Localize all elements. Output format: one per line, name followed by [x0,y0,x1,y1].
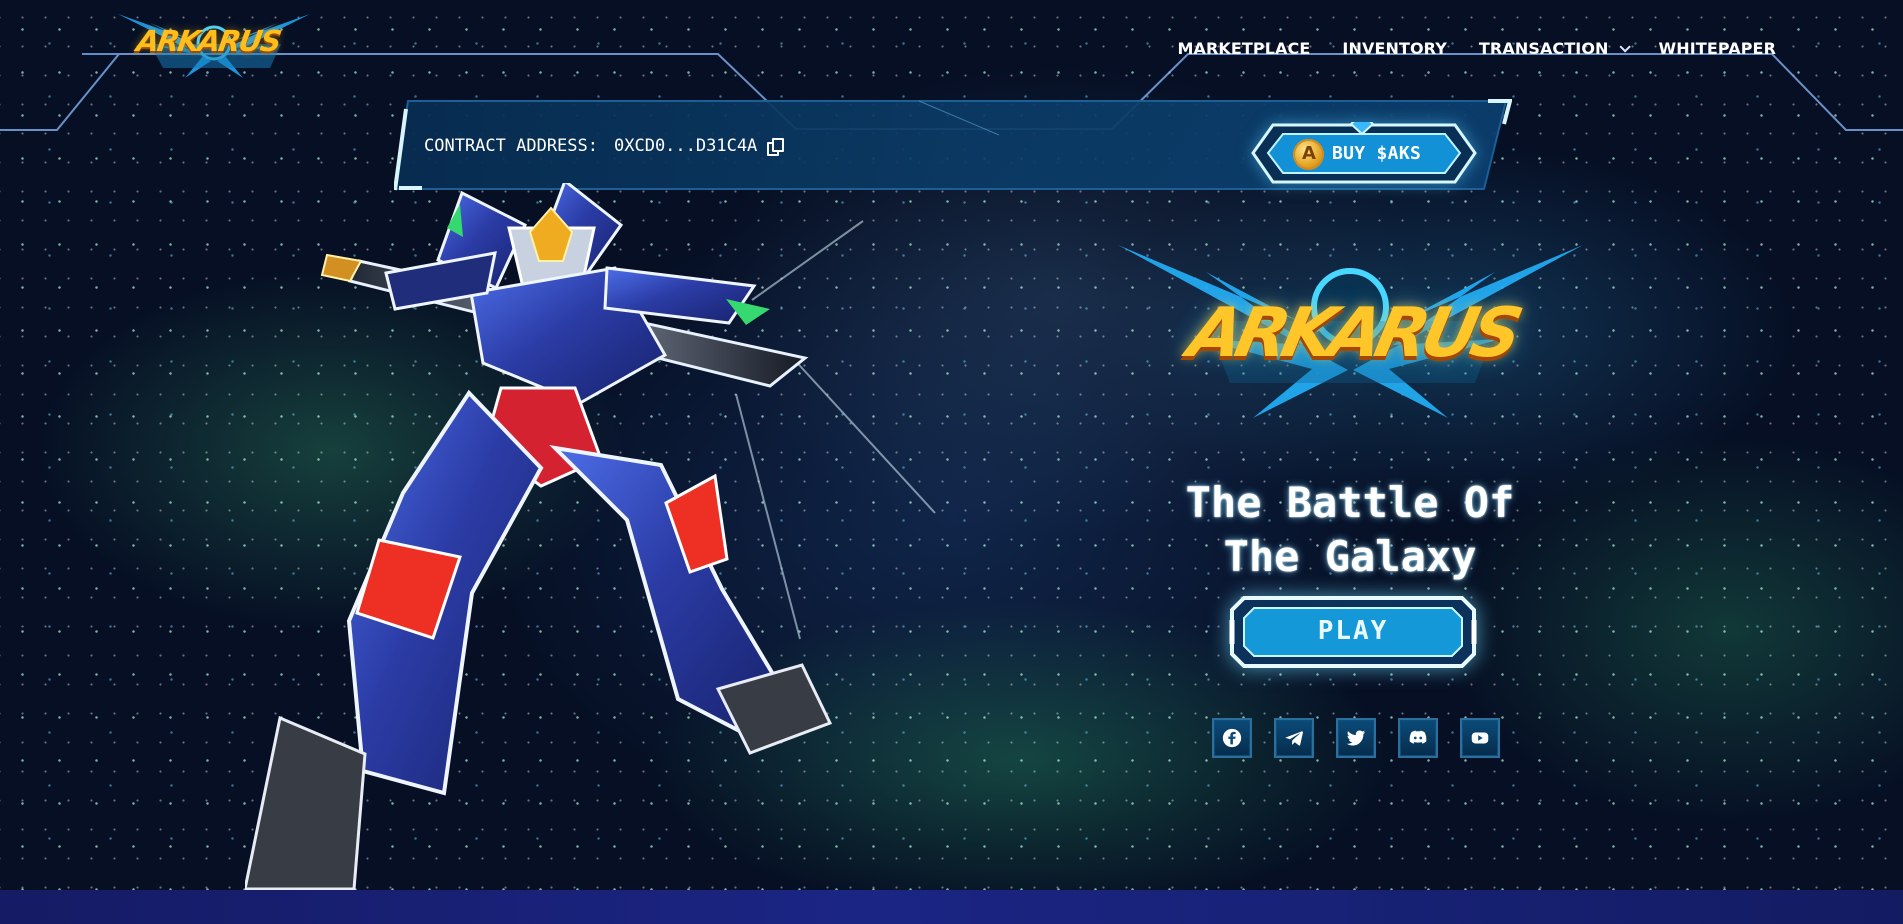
facebook-icon [1222,728,1242,748]
robot-hero-illustration [245,183,936,891]
hero-title: The Battle Of The Galaxy [1185,478,1515,582]
youtube-button[interactable] [1460,718,1500,758]
discord-icon [1409,730,1427,744]
nav-marketplace[interactable]: MARKETPLACE [1177,39,1310,58]
contract-address-value: 0XCD0...D31C4A [614,136,758,156]
facebook-button[interactable] [1212,718,1252,758]
top-navigation: MARKETPLACE INVENTORY TRANSACTION WHITEP… [1177,39,1776,58]
youtube-icon [1471,732,1489,744]
small-logo-wordmark: ARKARUS [134,24,283,58]
telegram-button[interactable] [1274,718,1314,758]
telegram-icon [1285,731,1303,746]
buy-aks-label: BUY $AKS [1332,143,1422,164]
contract-address-label: CONTRACT ADDRESS: [424,136,598,156]
copy-icon[interactable] [767,138,785,156]
social-links [1212,718,1500,758]
play-button[interactable]: PLAY [1227,594,1479,670]
nav-inventory[interactable]: INVENTORY [1342,39,1447,58]
main-logo-wings [1118,245,1583,418]
play-button-label: PLAY [1317,616,1389,646]
game-landing-page: ARKARUS MARKETPLACE INVENTORY TRANSACTIO… [0,0,1903,924]
nav-transaction-dropdown[interactable]: TRANSACTION [1479,39,1631,58]
discord-button[interactable] [1398,718,1438,758]
arkarus-main-logo: ARKARUS [1118,225,1583,430]
chevron-down-icon [1619,40,1631,53]
bottom-section-band [0,890,1903,924]
contract-address-row: CONTRACT ADDRESS: 0XCD0...D31C4A [424,136,785,156]
nav-whitepaper[interactable]: WHITEPAPER [1659,39,1776,58]
twitter-button[interactable] [1336,718,1376,758]
twitter-icon [1346,730,1366,746]
arkarus-small-logo[interactable]: ARKARUS [115,8,313,88]
main-logo-wordmark: ARKARUS [1181,294,1524,373]
buy-aks-button[interactable]: BUY $AKS [1250,112,1478,185]
token-icon [1293,139,1324,170]
